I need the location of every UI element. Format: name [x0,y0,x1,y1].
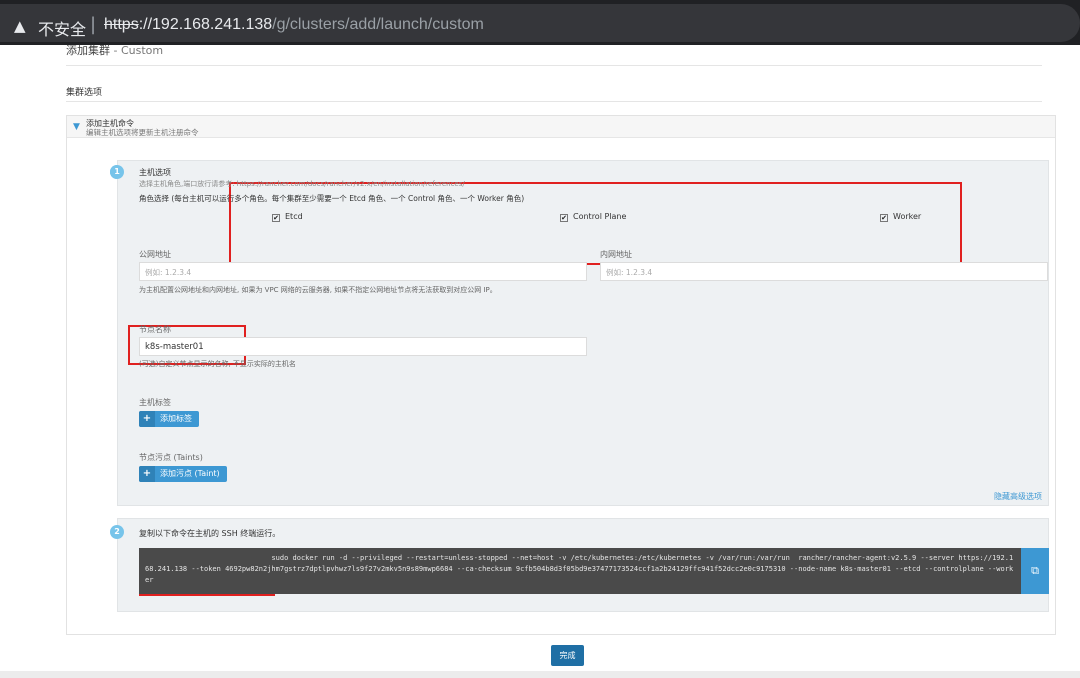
page-content: 添加集群 - Custom 集群选项 ▼ 添加主机命令 编辑主机选项将更新主机注… [0,42,1080,678]
roles-label: 角色选择 (每台主机可以运行多个角色。每个集群至少需要一个 Etcd 角色、一个… [139,194,525,203]
add-label-button[interactable]: + 添加标签 [139,411,199,427]
url-pill[interactable]: ▲ 不安全 | https://192.168.241.138/g/cluste… [0,4,1080,42]
node-name-label: 节点名称 [139,325,171,334]
host-options-help: 选择主机角色,端口放行请参考: https://rancher.com/docs… [139,180,465,188]
ssh-command-text[interactable]: sudo docker run -d --privileged --restar… [139,548,1021,594]
section-title: 集群选项 [66,88,103,98]
page-title: 添加集群 - Custom [66,42,163,58]
divider [66,101,1042,102]
url-host: ://192.168.241.138 [138,16,273,33]
collapse-triangle-icon[interactable]: ▼ [73,122,80,132]
add-label-button-text: 添加标签 [160,414,192,423]
copy-icon[interactable]: ⧉ [1021,548,1049,594]
add-taint-button-text: 添加污点 (Taint) [160,469,220,478]
url-path: /g/clusters/add/launch/custom [272,16,484,33]
page-title-suffix: - Custom [110,44,164,57]
public-address-input[interactable]: 例如: 1.2.3.4 [139,262,587,281]
insecure-label[interactable]: 不安全 [38,16,86,40]
step-number-2-badge: 2 [110,525,124,539]
done-button[interactable]: 完成 [551,645,584,666]
url-separator: | [90,14,97,35]
plus-icon: + [139,466,155,482]
internal-address-label: 内网地址 [600,250,632,259]
url-text[interactable]: https://192.168.241.138/g/clusters/add/l… [104,16,484,34]
node-name-help: (可选)自定义节点显示的名称, 不显示实际的主机名 [139,360,296,368]
role-worker-checkbox[interactable]: ✔ Worker [880,212,921,222]
public-address-label: 公网地址 [139,250,171,259]
add-taint-button[interactable]: + 添加污点 (Taint) [139,466,227,482]
role-etcd-label: Etcd [285,212,303,221]
page-title-main: 添加集群 [66,44,110,57]
internal-address-input[interactable]: 例如: 1.2.3.4 [600,262,1048,281]
checkbox-icon[interactable]: ✔ [560,214,568,222]
taints-label: 节点污点 (Taints) [139,453,203,462]
bottom-strip [0,671,1080,678]
role-controlplane-checkbox[interactable]: ✔ Control Plane [560,212,626,222]
warning-triangle-icon[interactable]: ▲ [14,17,26,35]
plus-icon: + [139,411,155,427]
address-help: 为主机配置公网地址和内网地址, 如果为 VPC 网络的云服务器, 如果不指定公网… [139,286,497,294]
host-labels-label: 主机标签 [139,398,171,407]
browser-address-bar: ▲ 不安全 | https://192.168.241.138/g/cluste… [0,0,1080,45]
role-worker-label: Worker [893,212,922,221]
node-name-input[interactable]: k8s-master01 [139,337,587,356]
checkbox-icon[interactable]: ✔ [880,214,888,222]
role-controlplane-label: Control Plane [573,212,627,221]
step-number-1-badge: 1 [110,165,124,179]
add-host-command-header[interactable]: ▼ 添加主机命令 编辑主机选项将更新主机注册命令 [67,116,1055,138]
ssh-command-title: 复制以下命令在主机的 SSH 终端运行。 [139,529,281,538]
checkbox-icon[interactable]: ✔ [272,214,280,222]
url-scheme: https [104,16,139,33]
role-etcd-checkbox[interactable]: ✔ Etcd [272,212,303,222]
host-options-title: 主机选项 [139,168,171,177]
divider [66,65,1042,66]
hide-advanced-options-link[interactable]: 隐藏高级选项 [994,491,1042,502]
command-section-subtitle: 编辑主机选项将更新主机注册命令 [86,128,199,137]
